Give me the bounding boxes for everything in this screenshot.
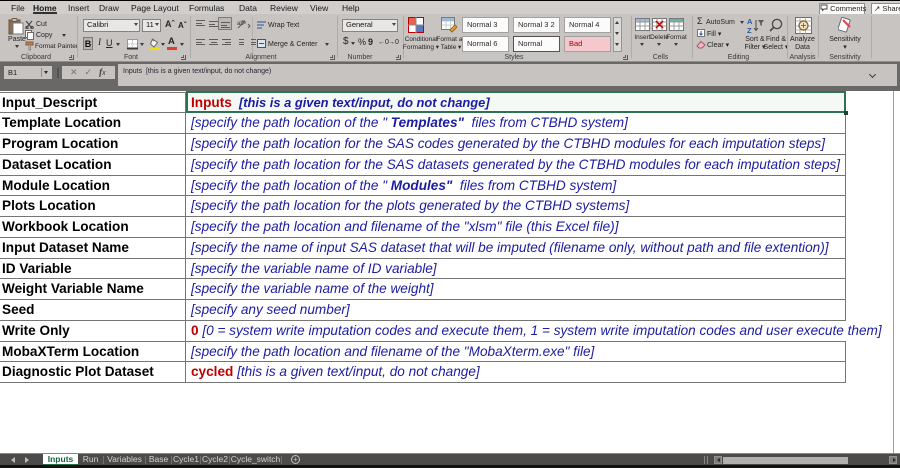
svg-text:Z: Z (747, 26, 752, 35)
svg-text:A: A (747, 17, 753, 26)
svg-text:ab: ab (237, 21, 244, 27)
